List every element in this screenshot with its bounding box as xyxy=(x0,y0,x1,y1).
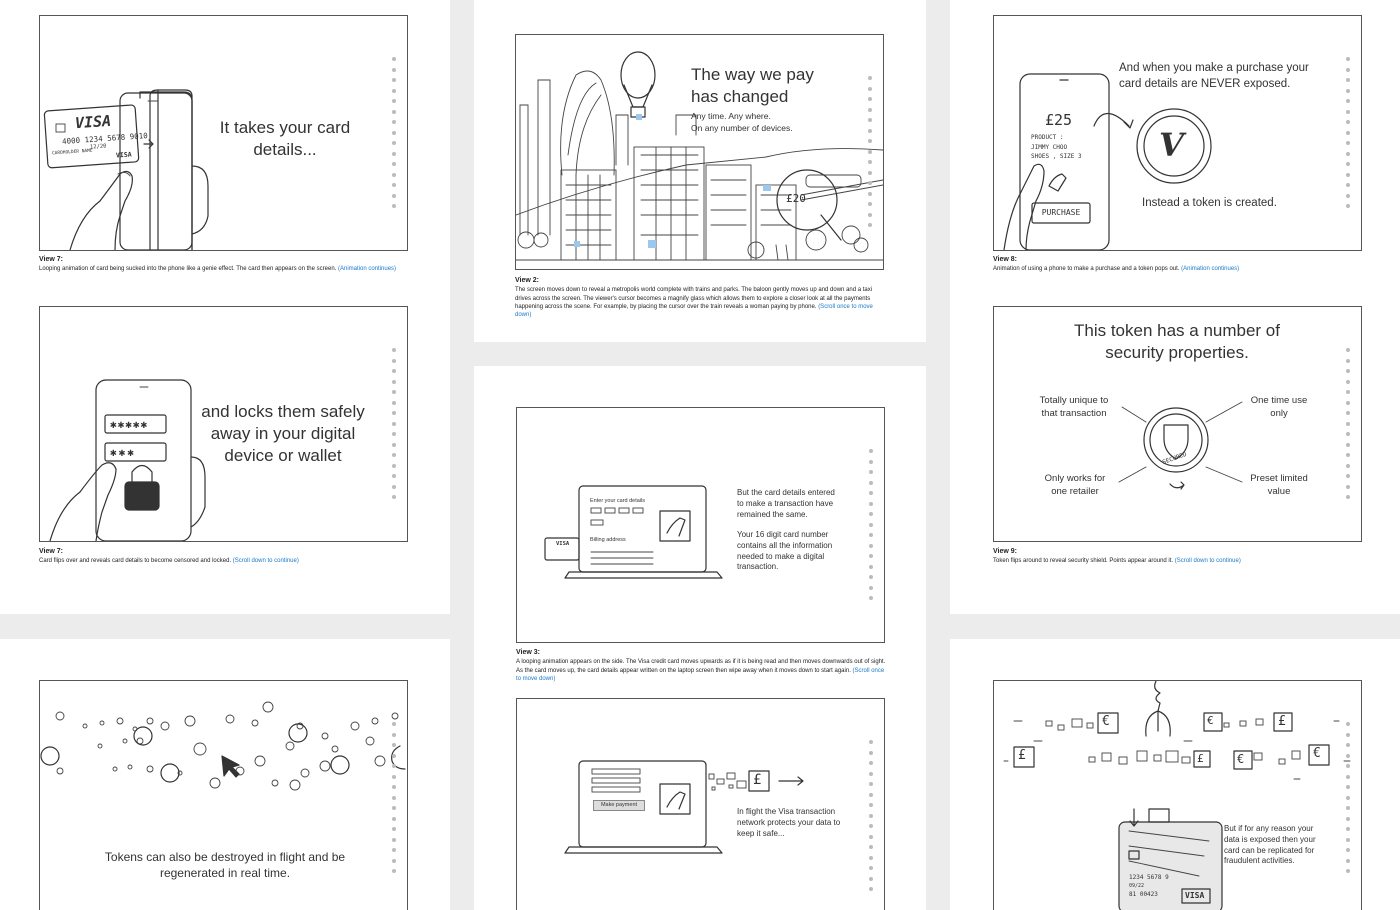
view-9-label: View 9: xyxy=(993,548,1017,555)
storyboard-panel-right-bottom: € £ £ € € £ € 1234 5678 9 09/22 81 00423… xyxy=(950,639,1400,910)
pound-token-1: £ xyxy=(1278,714,1286,729)
view-9-headline: This token has a number of security prop… xyxy=(1073,321,1280,363)
view-10-text: Tokens can also be destroyed in flight a… xyxy=(104,850,346,881)
scroll-dots[interactable] xyxy=(869,449,875,607)
replica-card-number: 1234 5678 9 xyxy=(1129,874,1169,881)
property-unique: Totally unique to that transaction xyxy=(1039,395,1109,419)
pound-token-3: £ xyxy=(1197,752,1204,765)
scroll-dots[interactable] xyxy=(392,57,398,215)
euro-token-1: € xyxy=(1102,714,1110,729)
purchase-button[interactable]: PURCHASE xyxy=(1034,208,1088,217)
view-7a-headline: It takes your card details... xyxy=(219,118,351,160)
euro-token-2: € xyxy=(1237,752,1245,766)
storyboard-panel-mid-bottom: Enter your card details Billing address … xyxy=(474,366,926,910)
view-7b-desc: Card flips over and reveals card details… xyxy=(39,558,232,565)
scroll-dots[interactable] xyxy=(392,348,398,506)
view-7b-link[interactable]: (Scroll down to continue) xyxy=(233,558,299,564)
scroll-dots[interactable] xyxy=(1346,348,1352,506)
view-7b-label: View 7: xyxy=(39,548,63,555)
view-9-link[interactable]: (Scroll down to continue) xyxy=(1175,558,1241,564)
storyboard-panel-left-bottom: Tokens can also be destroyed in flight a… xyxy=(0,639,450,910)
view-7b-headline: and locks them safely away in your digit… xyxy=(201,402,365,466)
replica-card-brand: VISA xyxy=(1185,891,1205,900)
phone-product-label: PRODUCT : xyxy=(1031,134,1064,141)
view-11-text: But if for any reason your data is expos… xyxy=(1224,824,1316,866)
card-brand: VISA xyxy=(556,541,570,547)
view-2-sub2: On any number of devices. xyxy=(691,123,793,133)
replica-card-code: 81 00423 xyxy=(1129,891,1158,898)
view-8-frame: £25 PRODUCT : JIMMY CHOO SHOES , SIZE 3 … xyxy=(993,15,1362,251)
storyboard-panel-left-top: VISA 4000 1234 5678 9010 12/20 CARDHOLDE… xyxy=(0,0,450,614)
property-limited-value: Preset limited value xyxy=(1250,473,1308,497)
view-8-label: View 8: xyxy=(993,256,1017,263)
billing-label: Billing address xyxy=(590,537,626,543)
view-7a-link[interactable]: (Animation continues) xyxy=(338,266,396,272)
phone-product-name: JIMMY CHOO xyxy=(1031,144,1068,151)
token-letter: V xyxy=(1159,126,1184,164)
view-7b-caption: View 7: Card flips over and reveals card… xyxy=(39,547,409,566)
view-2-label: View 2: xyxy=(515,277,539,284)
scroll-dots[interactable] xyxy=(869,740,875,898)
view-8-link[interactable]: (Animation continues) xyxy=(1181,266,1239,272)
view-8-headline: And when you make a purchase your card d… xyxy=(1119,62,1309,90)
laptop-flight-sketch xyxy=(564,760,804,854)
property-one-retailer: Only works for one retailer xyxy=(1044,473,1106,497)
view-4-text: In flight the Visa transaction network p… xyxy=(737,807,841,838)
view-9-frame: SECURED This token has a number of secur… xyxy=(993,306,1362,542)
replica-card-expiry: 09/22 xyxy=(1129,883,1145,889)
form-title: Enter your card details xyxy=(590,498,646,504)
view-9-caption: View 9: Token flips around to reveal sec… xyxy=(993,547,1363,566)
fraud-sketch xyxy=(1003,681,1351,910)
make-payment-button[interactable]: Make payment xyxy=(593,800,645,811)
property-one-time: One time use only xyxy=(1250,395,1308,419)
view-7b-frame: ✱✱✱✱✱ ✱✱✱ and locks them safely away in … xyxy=(39,306,408,542)
view-10-frame: Tokens can also be destroyed in flight a… xyxy=(39,680,408,910)
view-3-text1: But the card details entered to make a t… xyxy=(737,488,835,519)
masked-digits-1: ✱✱✱✱✱ xyxy=(110,418,149,431)
view-7a-frame: VISA 4000 1234 5678 9010 12/20 CARDHOLDE… xyxy=(39,15,408,251)
view-4-frame: Make payment £ In flight the Visa transa… xyxy=(516,698,885,910)
card-brand-small: VISA xyxy=(115,150,132,160)
view-8-caption: View 8: Animation of using a phone to ma… xyxy=(993,255,1363,274)
view-3-text2: Your 16 digit card number contains all t… xyxy=(737,530,833,572)
euro-token-3: € xyxy=(1313,746,1321,761)
pound-token-2: £ xyxy=(1018,748,1026,763)
phone-product-detail: SHOES , SIZE 3 xyxy=(1031,153,1082,160)
price-tag: £20 xyxy=(786,192,806,205)
scroll-dots[interactable] xyxy=(1346,722,1352,880)
view-2-headline: The way we pay has changed xyxy=(691,65,814,107)
view-2-caption: View 2: The screen moves down to reveal … xyxy=(515,276,885,319)
laptop-card-sketch xyxy=(544,485,723,579)
view-3-desc: A looping animation appears on the side.… xyxy=(516,659,886,674)
view-7a-caption: View 7: Looping animation of card being … xyxy=(39,255,409,274)
view-7a-label: View 7: xyxy=(39,256,63,263)
view-3-label: View 3: xyxy=(516,649,540,656)
scroll-dots[interactable] xyxy=(392,722,398,880)
masked-digits-2: ✱✱✱ xyxy=(110,446,136,459)
view-7a-desc: Looping animation of card being sucked i… xyxy=(39,266,337,273)
currency-symbol: £ xyxy=(753,772,762,788)
phone-price: £25 xyxy=(1045,111,1073,129)
euro-token-4: € xyxy=(1207,714,1214,727)
view-2-frame: £20 The way we pay has changed Any time.… xyxy=(515,34,884,270)
storyboard-panel-mid-top: £20 The way we pay has changed Any time.… xyxy=(474,0,926,342)
scroll-dots[interactable] xyxy=(1346,57,1352,215)
card-brand: VISA xyxy=(74,111,112,133)
view-8-desc: Animation of using a phone to make a pur… xyxy=(993,266,1180,273)
view-3-frame: Enter your card details Billing address … xyxy=(516,407,885,643)
view-9-desc: Token flips around to reveal security sh… xyxy=(993,558,1174,565)
view-8-sub: Instead a token is created. xyxy=(1142,197,1277,209)
view-3-caption: View 3: A looping animation appears on t… xyxy=(516,648,886,683)
scroll-dots[interactable] xyxy=(868,76,874,234)
storyboard-panel-right-top: £25 PRODUCT : JIMMY CHOO SHOES , SIZE 3 … xyxy=(950,0,1400,614)
view-2-sub1: Any time. Any where. xyxy=(691,111,771,121)
view-11-frame: € £ £ € € £ € 1234 5678 9 09/22 81 00423… xyxy=(993,680,1362,910)
